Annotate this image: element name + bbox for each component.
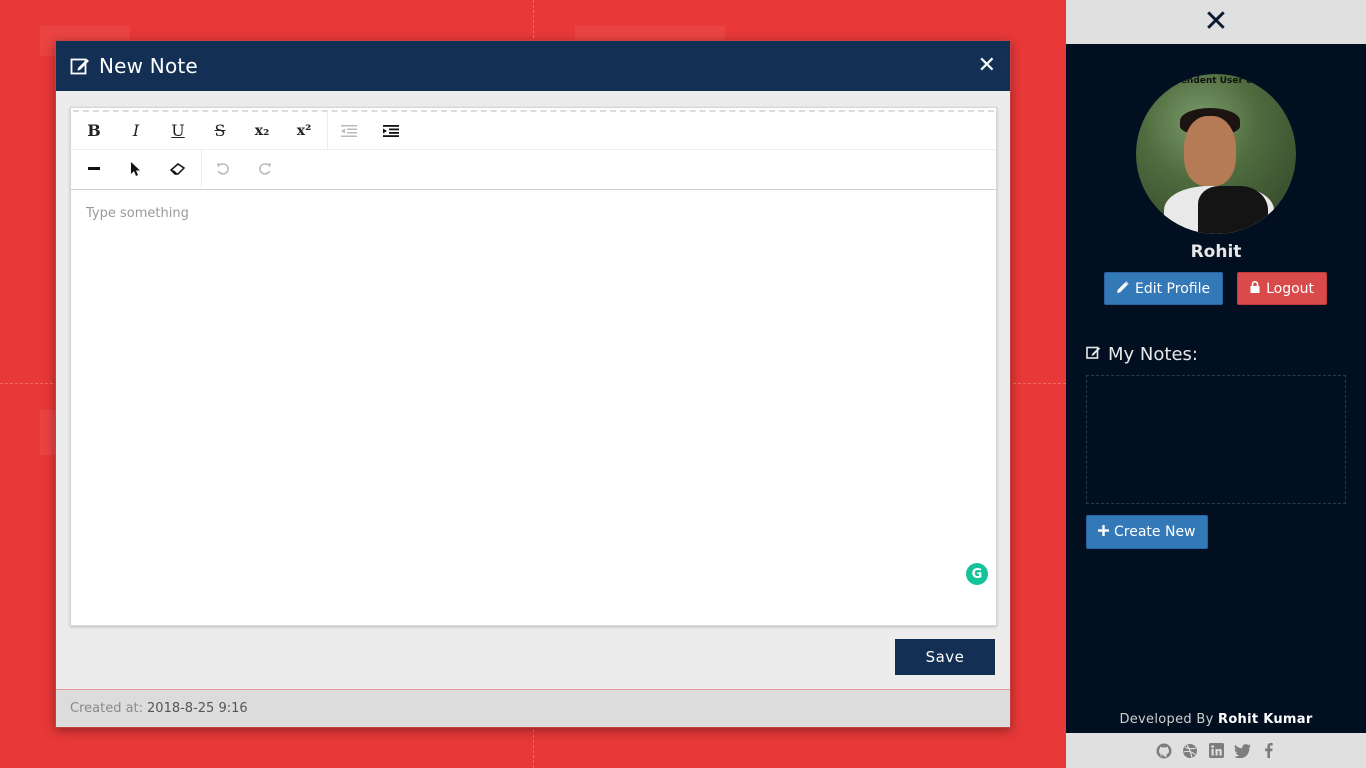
bold-icon[interactable]: B	[73, 113, 115, 149]
developer-credit: Developed By Rohit Kumar	[1066, 712, 1366, 727]
avatar-banner-text: pendent User co	[1174, 76, 1258, 86]
save-button[interactable]: Save	[895, 639, 995, 675]
pointer-icon[interactable]	[115, 151, 157, 187]
modal-title: New Note	[99, 54, 198, 78]
close-sidebar-icon[interactable]: ✕	[1203, 7, 1228, 37]
horizontal-rule-icon[interactable]	[73, 151, 115, 187]
profile-actions: Edit Profile Logout	[1104, 272, 1328, 305]
new-note-modal: New Note ✕ B I U S x₂ x² Type something …	[55, 40, 1011, 728]
toolbar-group-history	[202, 150, 288, 188]
editor-toolbar-row-2	[71, 150, 996, 188]
modal-footer: Created at: 2018-8-25 9:16	[56, 689, 1010, 727]
social-links	[1066, 733, 1366, 768]
close-icon[interactable]: ✕	[978, 55, 996, 77]
subscript-icon[interactable]: x₂	[241, 113, 283, 149]
edit-profile-button[interactable]: Edit Profile	[1104, 272, 1224, 305]
sidebar: ✕ pendent User co Rohit Edit Profile Log…	[1066, 0, 1366, 768]
edit-profile-label: Edit Profile	[1135, 280, 1211, 297]
modal-header: New Note ✕	[56, 41, 1010, 91]
developer-name[interactable]: Rohit Kumar	[1218, 712, 1313, 727]
avatar-face	[1184, 116, 1236, 186]
github-icon[interactable]	[1156, 742, 1173, 759]
pencil-icon	[1117, 280, 1129, 297]
create-new-button[interactable]: Create New	[1086, 515, 1208, 549]
user-name: Rohit	[1190, 242, 1242, 262]
edit-note-icon	[70, 56, 90, 76]
eraser-icon[interactable]	[157, 151, 199, 187]
linkedin-icon[interactable]	[1208, 742, 1225, 759]
undo-icon[interactable]	[202, 151, 244, 187]
logout-label: Logout	[1266, 280, 1315, 297]
my-notes-heading: My Notes:	[1086, 344, 1198, 365]
redo-icon[interactable]	[244, 151, 286, 187]
twitter-icon[interactable]	[1233, 742, 1251, 759]
superscript-icon[interactable]: x²	[283, 113, 325, 149]
my-notes-label: My Notes:	[1108, 344, 1198, 365]
editor-toolbar-row-1: B I U S x₂ x²	[71, 112, 996, 150]
lock-icon	[1250, 280, 1260, 297]
create-new-label: Create New	[1114, 524, 1196, 540]
created-at-label: Created at:	[70, 701, 144, 716]
indent-icon[interactable]	[370, 113, 412, 149]
logout-button[interactable]: Logout	[1237, 272, 1328, 305]
dribbble-icon[interactable]	[1182, 742, 1199, 759]
toolbar-group-insert	[73, 150, 202, 188]
note-editor: B I U S x₂ x² Type something G	[70, 107, 997, 626]
created-at-value: 2018-8-25 9:16	[147, 701, 248, 716]
sidebar-top-bar: ✕	[1066, 0, 1366, 44]
developed-by-label: Developed By	[1119, 712, 1214, 727]
italic-icon[interactable]: I	[115, 113, 157, 149]
avatar: pendent User co	[1136, 74, 1296, 234]
toolbar-group-format: B I U S x₂ x²	[73, 112, 328, 149]
notes-list	[1086, 375, 1346, 504]
editor-content[interactable]: Type something G	[71, 189, 996, 625]
underline-icon[interactable]: U	[157, 113, 199, 149]
facebook-icon[interactable]	[1260, 742, 1277, 759]
strikethrough-icon[interactable]: S	[199, 113, 241, 149]
avatar-shirt	[1198, 186, 1268, 234]
plus-icon	[1098, 524, 1109, 540]
toolbar-group-indent	[328, 112, 414, 149]
outdent-icon[interactable]	[328, 113, 370, 149]
edit-note-icon	[1086, 344, 1101, 365]
grammarly-icon[interactable]: G	[966, 563, 988, 585]
editor-placeholder: Type something	[86, 206, 189, 221]
